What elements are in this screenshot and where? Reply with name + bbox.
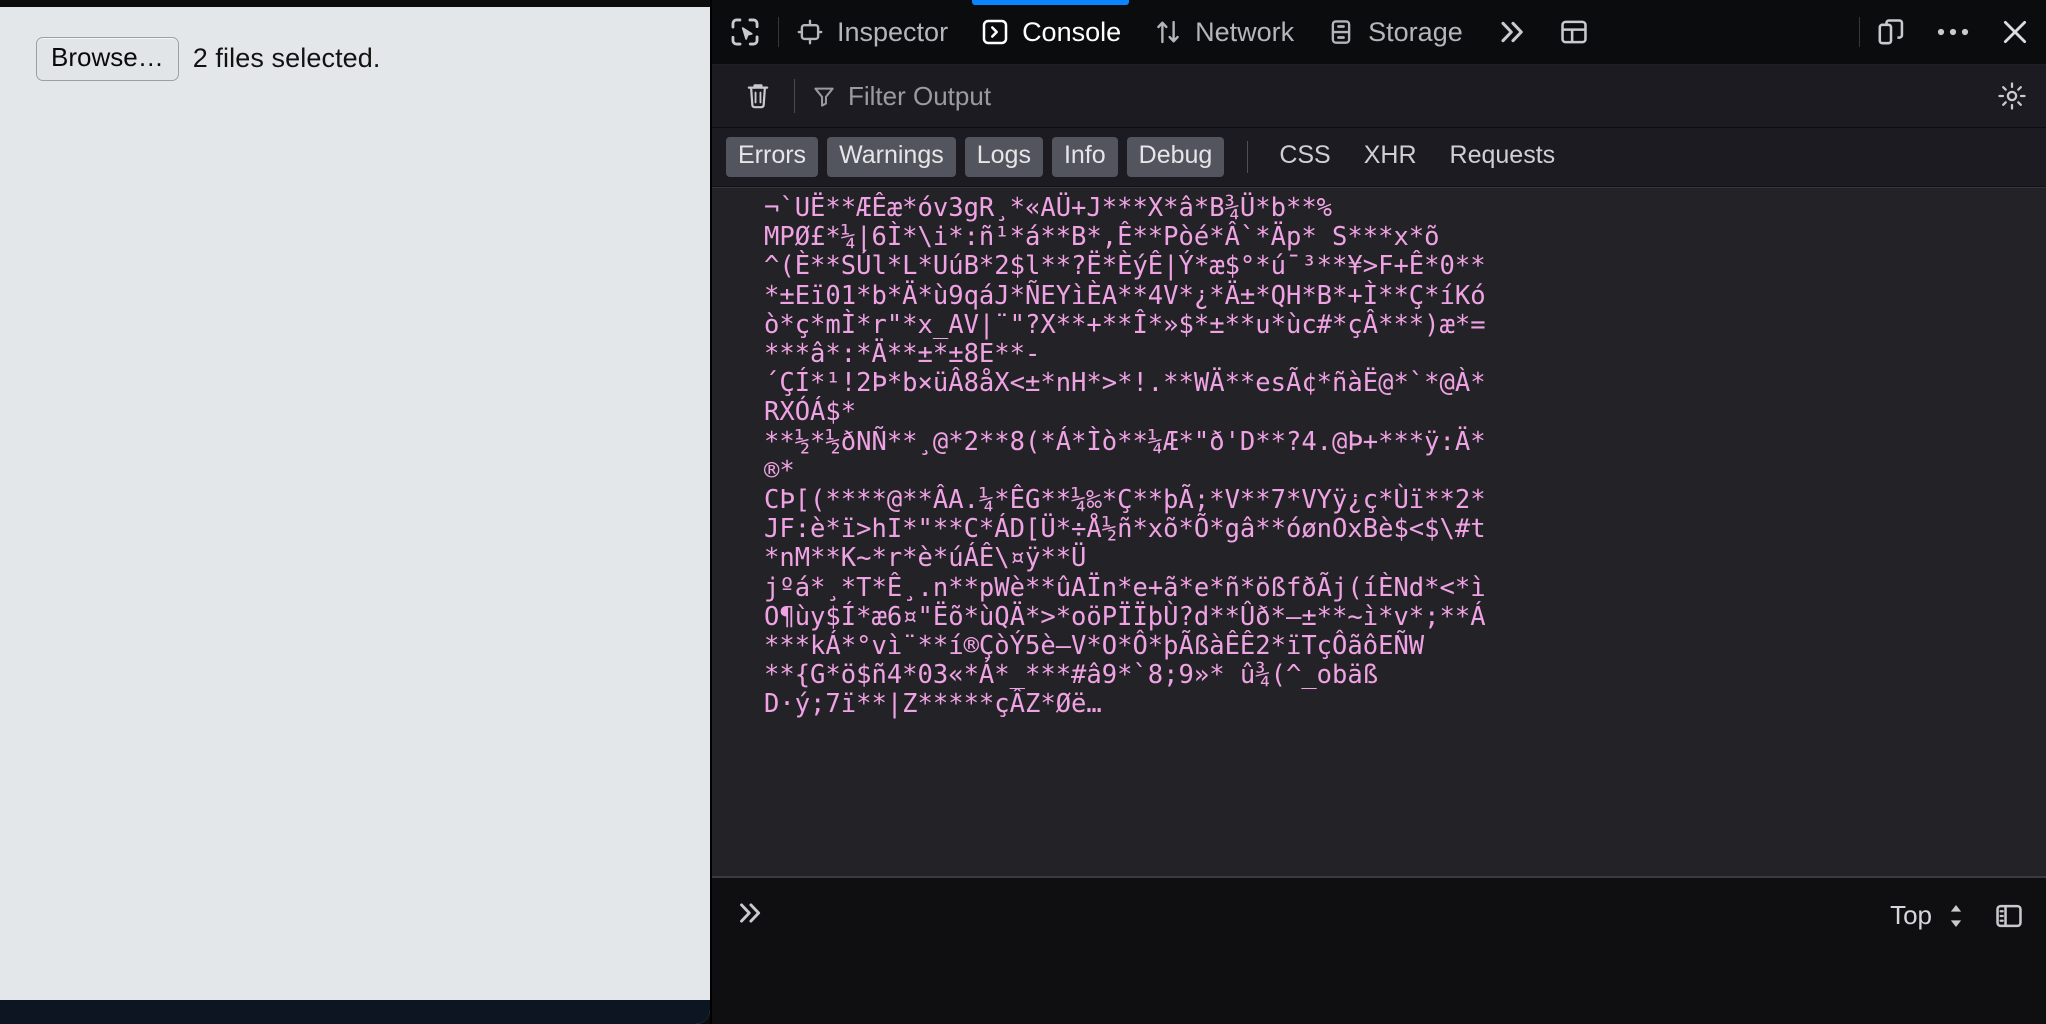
console-prompt-icon [980,17,1010,47]
console-context-label: Top [1890,900,1932,930]
tab-network-label: Network [1195,16,1295,47]
filter-toggle-errors[interactable]: Errors [726,137,819,177]
tab-network[interactable]: Network [1137,0,1310,64]
element-picker-icon [728,15,762,49]
filter-toggle-warnings[interactable]: Warnings [827,137,956,177]
devtools-window: Browse… 2 files selected. Inspector Cons… [0,0,2046,1024]
web-page-pane: Browse… 2 files selected. [0,0,710,1024]
devtools-menu-button[interactable] [1922,0,1984,64]
console-filter-toggles: Errors Warnings Logs Info Debug CSS XHR … [712,128,2046,187]
close-devtools-button[interactable] [1984,0,2046,64]
file-selection-status: 2 files selected. [192,43,381,74]
filter-toggle-xhr[interactable]: XHR [1352,137,1429,177]
console-settings-button[interactable] [1982,80,2042,112]
close-icon [1998,15,2032,49]
devtools-toolbar: Inspector Console Network Storage [712,0,2046,65]
filter-toggles-divider [1247,141,1249,173]
filter-output-field[interactable] [811,80,1982,112]
tab-storage-label: Storage [1368,16,1463,47]
tab-inspector-label: Inspector [837,16,949,47]
network-arrows-icon [1153,17,1183,47]
clear-console-button[interactable] [732,74,784,118]
tab-inspector[interactable]: Inspector [779,0,964,64]
tab-console-label: Console [1022,16,1122,47]
page-bottom-strip [0,1000,710,1024]
tab-storage[interactable]: Storage [1310,0,1479,64]
console-prompt-bar: Top [712,876,2046,1024]
page-top-chrome-strip [0,0,710,7]
filter-toggle-requests[interactable]: Requests [1438,137,1568,177]
updown-chevrons-icon [1946,902,1966,930]
panel-layout-button[interactable] [1543,0,1605,64]
filter-toggle-css[interactable]: CSS [1267,137,1342,177]
file-input-control[interactable]: Browse… 2 files selected. [36,37,704,81]
console-message-row[interactable]: ¬`UË**ÆÊæ*óv3gR¸*«AÜ+J***X*â*B¾Ü*b**% MP… [712,193,2046,720]
console-context-selector[interactable]: Top [1880,894,1976,937]
browse-button[interactable]: Browse… [36,37,179,81]
filter-toggle-logs[interactable]: Logs [964,137,1043,177]
console-filter-bar [712,65,2046,128]
console-message-text: ¬`UË**ÆÊæ*óv3gR¸*«AÜ+J***X*â*B¾Ü*b**% MP… [764,193,1486,720]
panel-layout-icon [1558,16,1590,48]
trash-icon [743,80,773,112]
filterbar-divider [794,79,795,113]
inspector-icon [795,17,825,47]
chevron-double-right-icon [732,898,766,928]
console-sidebar-toggle-button[interactable] [1982,900,2036,932]
filter-toggle-debug[interactable]: Debug [1126,137,1225,177]
tab-console[interactable]: Console [964,0,1137,64]
console-input[interactable] [786,892,1881,925]
responsive-design-mode-button[interactable] [1860,0,1922,64]
gear-icon [1996,80,2028,112]
console-prompt-marker [712,892,786,928]
element-picker-button[interactable] [712,0,778,64]
funnel-icon [811,83,837,109]
filter-input[interactable] [848,80,1982,112]
devtools-panel: Inspector Console Network Storage Filter… [710,0,2046,1024]
page-document: Browse… 2 files selected. [0,7,704,1010]
chevron-double-right-icon [1493,16,1529,48]
toolbar-overflow-button[interactable] [1479,0,1543,64]
ellipsis-icon [1936,25,1970,39]
console-sidebar-toggle-icon [1993,900,2025,932]
responsive-design-mode-icon [1875,16,1907,48]
console-output[interactable]: ¬`UË**ÆÊæ*óv3gR¸*«AÜ+J***X*â*B¾Ü*b**% MP… [712,187,2046,876]
storage-drawers-icon [1326,17,1356,47]
filter-toggle-info[interactable]: Info [1051,137,1118,177]
